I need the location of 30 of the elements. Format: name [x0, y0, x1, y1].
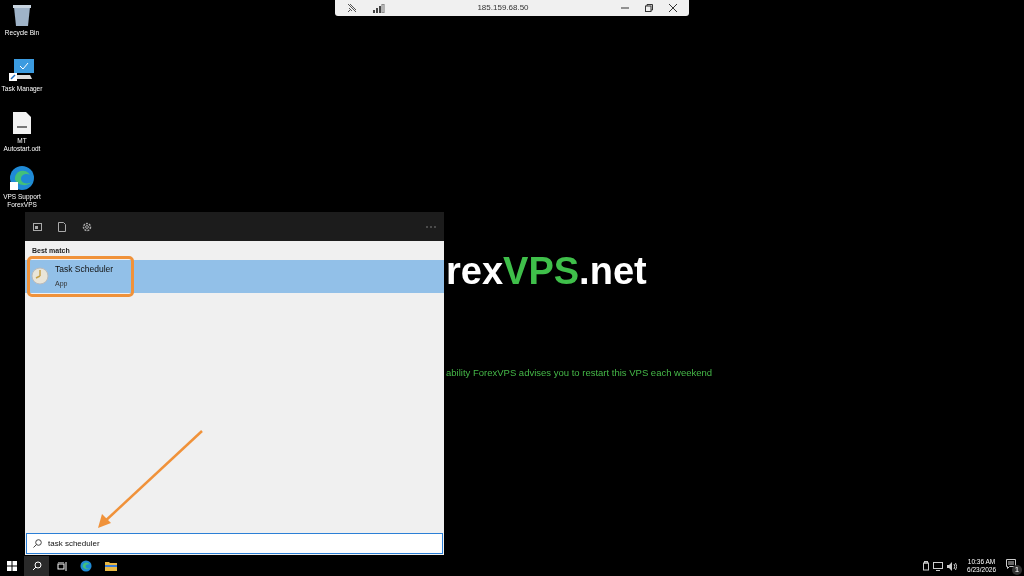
network-icon[interactable] — [933, 561, 944, 571]
browser-icon — [9, 165, 35, 191]
logo-text: rexVPS.net — [446, 252, 647, 290]
recycle-bin-icon — [11, 3, 33, 27]
browser-icon[interactable] — [80, 560, 92, 572]
speaker-icon[interactable] — [947, 561, 958, 571]
settings-icon[interactable] — [82, 221, 92, 232]
restart-notice: ability ForexVPS advises you to restart this VPS each weekend — [446, 366, 713, 380]
minimize-icon[interactable] — [621, 4, 629, 12]
signal-icon[interactable] — [373, 3, 385, 13]
notification-count: 1 — [1012, 565, 1022, 575]
document-icon[interactable] — [58, 221, 66, 232]
close-icon[interactable] — [669, 4, 677, 12]
document-icon — [12, 111, 32, 135]
search-icon — [33, 539, 42, 548]
folder-icon[interactable] — [105, 561, 117, 571]
restore-icon[interactable] — [645, 4, 653, 12]
apps-icon[interactable] — [33, 222, 42, 231]
search-input[interactable]: task scheduler — [48, 537, 248, 550]
search-icon[interactable] — [31, 561, 42, 571]
monitor-icon — [8, 57, 36, 83]
remote-host-address: 185.159.68.50 — [476, 2, 530, 14]
result-title: Task Scheduler — [55, 262, 114, 276]
notification-icon[interactable] — [1006, 559, 1016, 569]
usb-icon[interactable] — [923, 561, 930, 571]
windows-start-icon[interactable] — [7, 561, 17, 571]
pin-off-icon[interactable] — [347, 3, 357, 13]
clock-icon — [31, 267, 49, 285]
task-view-icon[interactable] — [57, 561, 67, 571]
search-field[interactable]: task scheduler — [26, 533, 443, 554]
